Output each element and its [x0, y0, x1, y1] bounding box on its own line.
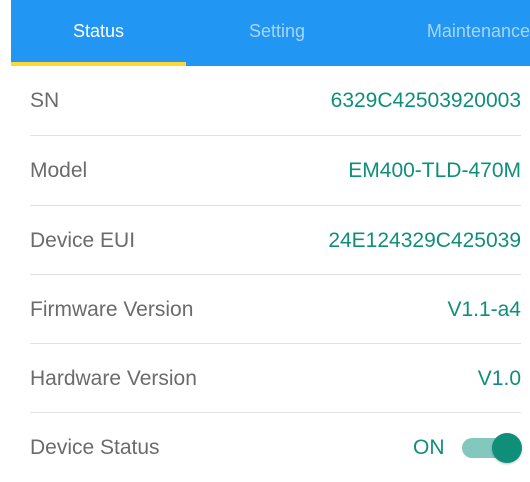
sn-label: SN	[30, 89, 60, 112]
toggle-knob	[492, 433, 522, 463]
tab-setting[interactable]: Setting	[189, 0, 365, 66]
row-hardware-version: Hardware Version V1.0	[0, 344, 530, 413]
device-status-label: Device Status	[30, 436, 160, 459]
model-label: Model	[30, 159, 88, 182]
hardware-version-label: Hardware Version	[30, 367, 197, 390]
firmware-version-value: V1.1-a4	[447, 298, 521, 321]
row-model: Model EM400-TLD-470M	[0, 136, 530, 205]
firmware-version-label: Firmware Version	[30, 298, 194, 321]
tab-bar: Status Setting Maintenance	[11, 0, 530, 66]
row-device-status: Device Status ON	[0, 413, 530, 482]
device-status-value: ON	[413, 436, 445, 459]
row-sn: SN 6329C42503920003	[0, 66, 530, 135]
device-status-toggle[interactable]	[462, 433, 524, 463]
model-value: EM400-TLD-470M	[348, 159, 521, 182]
device-eui-label: Device EUI	[30, 229, 136, 252]
row-device-eui: Device EUI 24E124329C425039	[0, 206, 530, 275]
device-eui-value: 24E124329C425039	[328, 229, 521, 252]
sn-value: 6329C42503920003	[330, 89, 521, 112]
hardware-version-value: V1.0	[477, 367, 521, 390]
row-firmware-version: Firmware Version V1.1-a4	[0, 275, 530, 344]
tab-status[interactable]: Status	[11, 0, 186, 66]
tab-maintenance[interactable]: Maintenance	[365, 0, 530, 66]
